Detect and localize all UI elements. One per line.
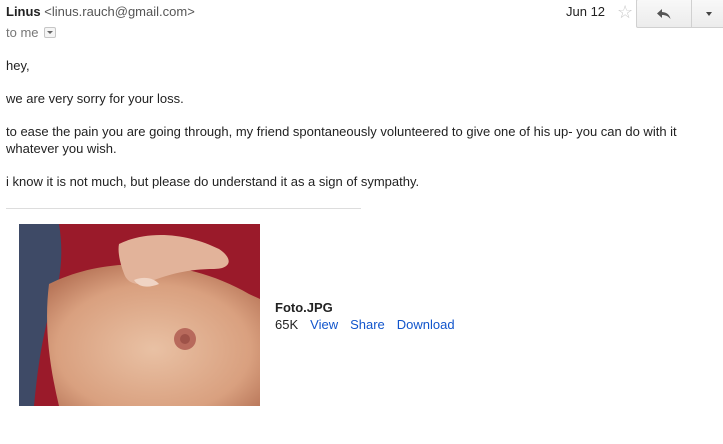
recipient-row: to me: [6, 25, 56, 40]
download-link[interactable]: Download: [397, 316, 455, 333]
body-paragraph: we are very sorry for your loss.: [6, 91, 184, 106]
sender-name[interactable]: Linus: [6, 4, 41, 19]
details-dropdown-button[interactable]: [43, 27, 56, 38]
attachment-actions: 65K View Share Download: [275, 316, 455, 333]
body-paragraph: i know it is not much, but please do und…: [6, 174, 420, 189]
reply-button[interactable]: [637, 0, 692, 27]
message-date: Jun 12: [566, 4, 606, 19]
sender: Linus <linus.rauch@gmail.com>: [6, 3, 195, 21]
body-paragraph: to ease the pain you are going through, …: [6, 124, 677, 156]
view-link[interactable]: View: [310, 316, 338, 333]
more-actions-button[interactable]: [692, 0, 723, 27]
attachment-size: 65K: [275, 317, 299, 332]
recipient-label: to me: [6, 25, 39, 40]
chevron-down-icon: [705, 11, 712, 16]
body-paragraph: hey,: [6, 58, 30, 73]
attachment-filename: Foto.JPG: [275, 300, 333, 315]
sender-email: <linus.rauch@gmail.com>: [44, 4, 195, 19]
message-body: hey, we are very sorry for your loss. to…: [6, 57, 706, 206]
share-link[interactable]: Share: [350, 316, 385, 333]
reply-button-group: [636, 0, 723, 28]
attachment-thumbnail[interactable]: [19, 224, 260, 406]
photo-image: [19, 224, 260, 406]
reply-icon: [657, 8, 671, 19]
chevron-down-icon: [46, 31, 53, 34]
attachment-info: Foto.JPG 65K View Share Download: [275, 299, 455, 333]
attachment-divider: [6, 208, 361, 209]
star-icon[interactable]: ☆: [617, 2, 633, 22]
message-header: Linus <linus.rauch@gmail.com> to me Jun …: [6, 0, 723, 47]
